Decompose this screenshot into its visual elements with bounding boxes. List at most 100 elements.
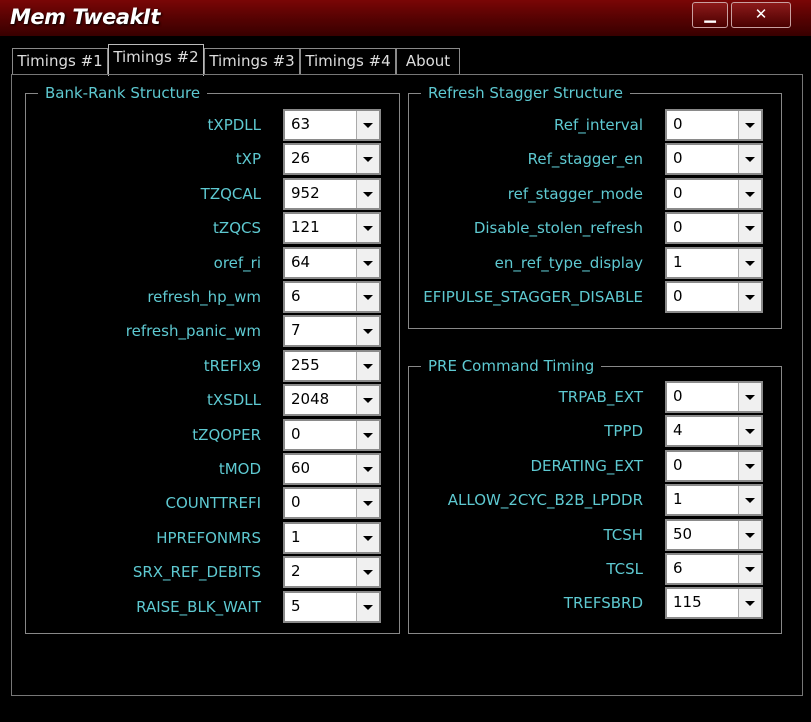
- pre-command-value: 6: [673, 559, 683, 577]
- refresh-stagger-dropdown[interactable]: 0: [665, 212, 763, 245]
- pre-command-dropdown[interactable]: 115: [665, 587, 763, 620]
- chevron-down-icon[interactable]: [356, 558, 379, 587]
- bank-rank-dropdown[interactable]: 255: [283, 349, 381, 382]
- tab-label: Timings #1: [17, 52, 103, 70]
- arrow-glyph: [745, 260, 755, 266]
- chevron-down-icon[interactable]: [356, 489, 379, 518]
- chevron-down-icon[interactable]: [738, 589, 761, 618]
- refresh-stagger-title: Refresh Stagger Structure: [421, 83, 630, 103]
- bank-rank-dropdown[interactable]: 5: [283, 590, 381, 623]
- chevron-down-icon[interactable]: [356, 248, 379, 277]
- tab-timings-4[interactable]: Timings #4: [300, 48, 396, 75]
- pre-command-label: TREFSBRD: [563, 594, 643, 613]
- refresh-stagger-label: ref_stagger_mode: [507, 184, 643, 203]
- chevron-down-icon[interactable]: [738, 283, 761, 311]
- chevron-down-icon[interactable]: [738, 179, 761, 208]
- bank-rank-value: 6: [291, 287, 301, 305]
- arrow-glyph: [363, 604, 373, 610]
- bank-rank-dropdown[interactable]: 1: [283, 521, 381, 554]
- refresh-stagger-label: en_ref_type_display: [494, 253, 643, 272]
- chevron-down-icon[interactable]: [356, 317, 379, 346]
- chevron-down-icon[interactable]: [738, 383, 761, 411]
- tab-about[interactable]: About: [396, 48, 460, 75]
- refresh-stagger-value: 0: [673, 115, 683, 133]
- bank-rank-dropdown[interactable]: 2: [283, 556, 381, 589]
- chevron-down-icon[interactable]: [356, 351, 379, 380]
- pre-command-label: TRPAB_EXT: [558, 388, 643, 406]
- refresh-stagger-dropdown[interactable]: 0: [665, 177, 763, 210]
- pre-command-dropdown[interactable]: 4: [665, 415, 763, 448]
- tab-timings-1[interactable]: Timings #1: [12, 48, 108, 75]
- pre-command-dropdown[interactable]: 0: [665, 381, 763, 413]
- bank-rank-dropdown[interactable]: 6: [283, 281, 381, 313]
- bank-rank-dropdown[interactable]: 121: [283, 212, 381, 245]
- bank-rank-dropdown[interactable]: 952: [283, 177, 381, 210]
- arrow-glyph: [363, 191, 373, 197]
- chevron-down-icon[interactable]: [738, 417, 761, 446]
- bank-rank-value: 60: [291, 459, 311, 477]
- bank-rank-dropdown[interactable]: 60: [283, 453, 381, 485]
- refresh-stagger-value: 0: [673, 149, 683, 168]
- chevron-down-icon[interactable]: [356, 386, 379, 415]
- chevron-down-icon[interactable]: [738, 520, 761, 549]
- chevron-down-icon[interactable]: [738, 555, 761, 583]
- close-icon: ✕: [754, 5, 768, 23]
- chevron-down-icon[interactable]: [738, 486, 761, 515]
- minimize-button[interactable]: ▁: [692, 2, 728, 28]
- refresh-stagger-dropdown[interactable]: 0: [665, 109, 763, 141]
- chevron-down-icon[interactable]: [356, 214, 379, 243]
- bank-rank-title: Bank-Rank Structure: [38, 83, 208, 103]
- close-button[interactable]: ✕: [731, 2, 791, 28]
- bank-rank-value: 64: [291, 252, 311, 271]
- arrow-glyph: [745, 226, 755, 232]
- bank-rank-dropdown[interactable]: 26: [283, 143, 381, 176]
- arrow-glyph: [745, 532, 755, 538]
- chevron-down-icon[interactable]: [738, 111, 761, 139]
- chevron-down-icon[interactable]: [356, 145, 379, 174]
- chevron-down-icon[interactable]: [738, 145, 761, 174]
- bank-rank-value: 63: [291, 115, 311, 133]
- arrow-glyph: [363, 501, 373, 507]
- bank-rank-value: 7: [291, 321, 301, 340]
- chevron-down-icon[interactable]: [738, 248, 761, 277]
- bank-rank-label: refresh_panic_wm: [125, 322, 261, 341]
- bank-rank-dropdown[interactable]: 7: [283, 315, 381, 348]
- bank-rank-value: 1: [291, 527, 301, 546]
- arrow-glyph: [745, 123, 755, 128]
- chevron-down-icon[interactable]: [738, 451, 761, 480]
- pre-command-dropdown[interactable]: 50: [665, 518, 763, 551]
- chevron-down-icon[interactable]: [356, 592, 379, 621]
- chevron-down-icon[interactable]: [356, 420, 379, 449]
- tab-timings-3[interactable]: Timings #3: [204, 48, 300, 75]
- bank-rank-value: 0: [291, 424, 301, 443]
- arrow-glyph: [363, 398, 373, 404]
- bank-rank-dropdown[interactable]: 0: [283, 418, 381, 451]
- pre-command-dropdown[interactable]: 0: [665, 449, 763, 482]
- bank-rank-label: COUNTTREFI: [165, 494, 262, 513]
- chevron-down-icon[interactable]: [356, 455, 379, 483]
- bank-rank-dropdown[interactable]: 2048: [283, 384, 381, 417]
- bank-rank-dropdown[interactable]: 64: [283, 246, 381, 279]
- arrow-glyph: [363, 363, 373, 369]
- chevron-down-icon[interactable]: [738, 214, 761, 243]
- bank-rank-dropdown[interactable]: 63: [283, 109, 381, 141]
- refresh-stagger-dropdown[interactable]: 1: [665, 246, 763, 279]
- pre-command-dropdown[interactable]: 1: [665, 484, 763, 517]
- tab-label: Timings #2: [113, 48, 199, 66]
- bank-rank-dropdown[interactable]: 0: [283, 487, 381, 520]
- bank-rank-value: 255: [291, 355, 320, 374]
- chevron-down-icon[interactable]: [356, 179, 379, 208]
- chevron-down-icon[interactable]: [356, 283, 379, 311]
- tab-timings-2[interactable]: Timings #2: [108, 44, 204, 76]
- refresh-stagger-dropdown[interactable]: 0: [665, 143, 763, 176]
- bank-rank-label: tXPDLL: [207, 116, 261, 134]
- refresh-stagger-label: EFIPULSE_STAGGER_DISABLE: [423, 288, 643, 306]
- chevron-down-icon[interactable]: [356, 111, 379, 139]
- refresh-stagger-value: 0: [673, 218, 683, 237]
- arrow-glyph: [363, 123, 373, 128]
- refresh-stagger-dropdown[interactable]: 0: [665, 281, 763, 313]
- arrow-glyph: [745, 601, 755, 607]
- chevron-down-icon[interactable]: [356, 523, 379, 552]
- pre-command-dropdown[interactable]: 6: [665, 553, 763, 585]
- title-bar[interactable]: Mem TweakIt ▁ ✕: [0, 0, 811, 36]
